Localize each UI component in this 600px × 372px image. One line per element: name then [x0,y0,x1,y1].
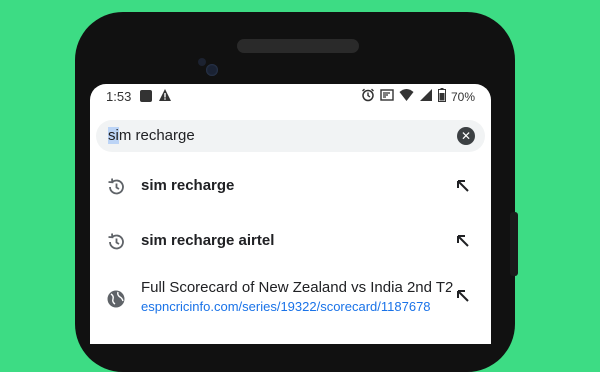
suggestion-item[interactable]: sim recharge airtel [90,214,491,268]
wifi-icon [399,88,414,105]
close-circle-icon[interactable]: ✕ [457,127,475,145]
search-bar[interactable]: sim recharge ✕ [96,120,485,152]
alarm-icon [361,88,375,105]
battery-percent: 70% [450,89,475,104]
cast-icon [380,88,394,105]
status-bar: 1:53 70% [90,84,491,108]
signal-icon [419,88,433,105]
warning-icon [158,88,172,105]
phone-speaker [237,39,359,53]
suggestion-url: espncricinfo.com/series/19322/scorecard/… [141,299,431,314]
phone-front-camera [206,64,218,76]
search-query-rest: m recharge [118,127,195,144]
phone-screen: 1:53 70% sim recharge ✕ sim recharge sim… [90,84,491,344]
search-query-selected: si [108,127,119,144]
suggestion-title: sim recharge [141,177,235,194]
suggestion-title: Full Scorecard of New Zealand vs India 2… [141,279,454,296]
globe-icon [106,289,126,314]
suggestion-title: sim recharge airtel [141,232,275,249]
history-icon [106,232,126,257]
suggestion-item[interactable]: sim recharge [90,159,491,213]
status-time: 1:53 [106,89,132,104]
battery-icon [437,88,446,105]
history-icon [106,177,126,202]
arrow-up-left-icon[interactable] [455,178,471,199]
suggestion-item[interactable]: Full Scorecard of New Zealand vs India 2… [90,269,491,329]
arrow-up-left-icon[interactable] [451,288,471,309]
phone-side-button [510,212,518,276]
phone-sensor [198,58,206,66]
notification-icon [140,90,152,102]
search-input[interactable]: sim recharge [108,127,195,144]
arrow-up-left-icon[interactable] [455,233,471,254]
